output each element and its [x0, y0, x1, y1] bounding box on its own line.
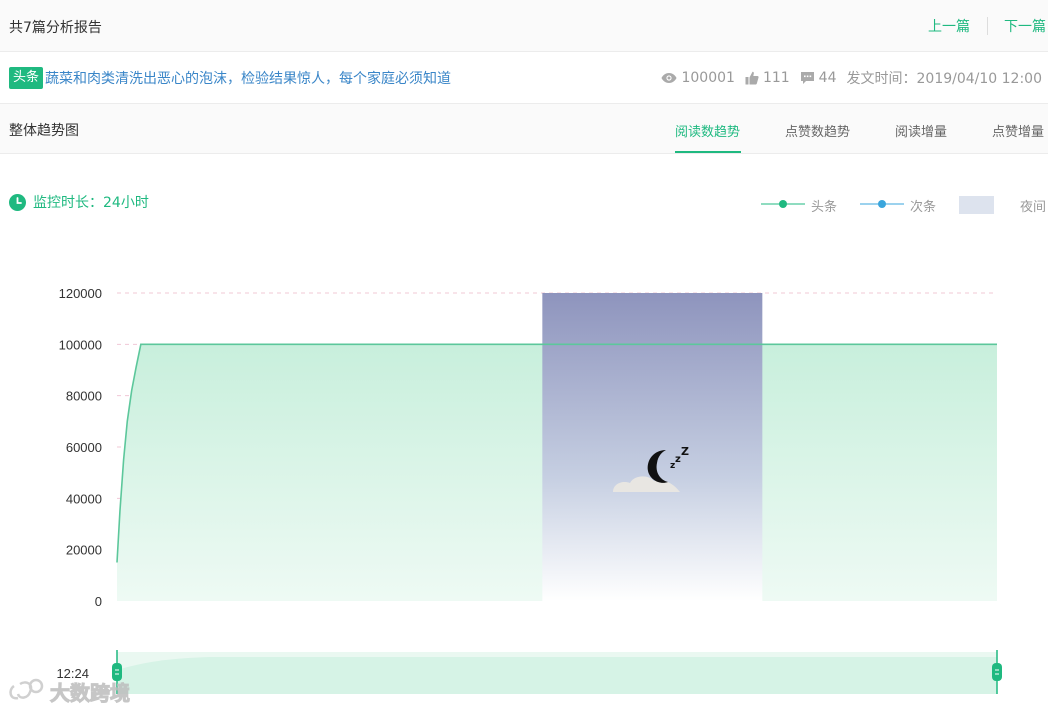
- watermark-text: 大数跨境: [50, 681, 130, 705]
- y-tick-label: 120000: [59, 286, 102, 301]
- time-range-slider: [116, 650, 998, 694]
- y-tick-label: 0: [95, 594, 102, 609]
- y-tick-label: 100000: [59, 337, 102, 352]
- watermark-logo: 大数跨境: [9, 678, 131, 706]
- y-tick-label: 40000: [66, 491, 102, 506]
- y-tick-label: 20000: [66, 543, 102, 558]
- slider-start-handle[interactable]: [112, 663, 122, 681]
- slider-end-handle[interactable]: [992, 663, 1002, 681]
- slider-start-label: 12:24: [56, 666, 89, 681]
- y-tick-label: 80000: [66, 389, 102, 404]
- read-trend-chart: 020000400006000080000100000120000 z z Z …: [9, 286, 1002, 706]
- night-band: [542, 293, 763, 601]
- svg-text:Z: Z: [681, 445, 689, 458]
- y-tick-label: 60000: [66, 440, 102, 455]
